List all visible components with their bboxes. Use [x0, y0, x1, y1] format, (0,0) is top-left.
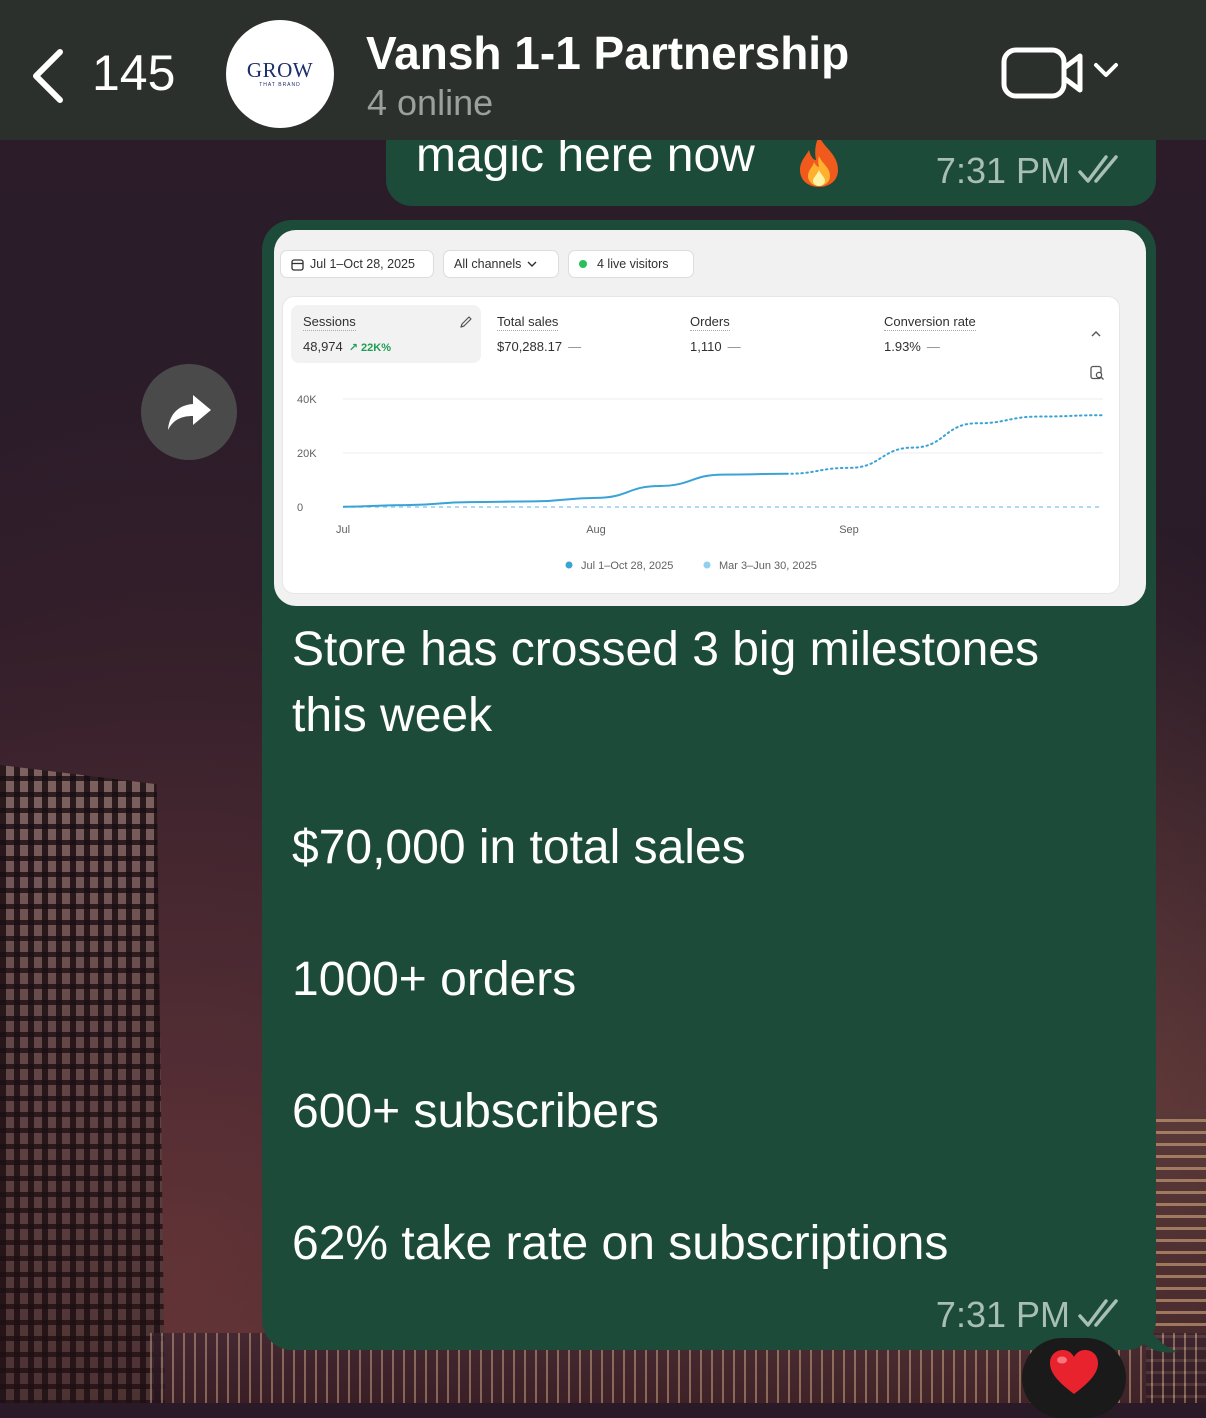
live-visitors-badge: 4 live visitors — [568, 250, 694, 278]
heart-emoji-icon — [1050, 1350, 1098, 1394]
message-line: $70,000 in total sales — [292, 821, 746, 874]
message-bubble-outgoing[interactable]: Jul 1–Oct 28, 2025 All channels 4 live v… — [262, 220, 1156, 1350]
channel-filter-label: All channels — [454, 257, 522, 271]
channel-filter: All channels — [443, 250, 559, 278]
message-line: 62% take rate on subscriptions — [292, 1217, 949, 1270]
chevron-left-icon — [33, 49, 63, 103]
message-line: Store has crossed 3 big milestones — [292, 623, 1040, 676]
video-camera-icon — [1001, 47, 1118, 99]
series-line-current — [342, 472, 787, 508]
fire-emoji-icon — [800, 136, 838, 187]
wallpaper-building — [0, 765, 165, 1403]
series-line-current-projected — [785, 414, 1104, 475]
unread-count: 145 — [92, 45, 176, 101]
avatar-logo-text: GROW — [246, 58, 314, 82]
chevron-down-icon — [1094, 63, 1118, 77]
legend-marker — [565, 561, 573, 569]
legend-marker — [703, 561, 711, 569]
message-line: this week — [292, 689, 493, 742]
avatar-logo-subtext: THAT BRAND — [259, 82, 301, 88]
sessions-line-chart: 40K 20K 0 Jul Aug Sep Jul 1–Oct 28, 2025 Mar 3–… — [297, 394, 1104, 572]
date-range-picker: Jul 1–Oct 28, 2025 — [280, 250, 434, 278]
metrics-card: Sessions 48,974 ↗ 22K% Total sales $70,28… — [282, 296, 1120, 594]
legend-label: Jul 1–Oct 28, 2025 — [581, 560, 673, 572]
live-dot-icon — [579, 260, 587, 268]
message-time: 7:31 PM — [935, 150, 1070, 191]
back-button[interactable]: 145 — [22, 40, 182, 110]
y-tick-label: 0 — [297, 502, 303, 514]
image-attachment[interactable]: Jul 1–Oct 28, 2025 All channels 4 live v… — [274, 230, 1146, 606]
legend-label: Mar 3–Jun 30, 2025 — [719, 560, 817, 572]
online-status: 4 online — [367, 82, 494, 123]
forward-button[interactable] — [141, 364, 237, 460]
double-check-icon — [1078, 155, 1118, 183]
y-tick-label: 20K — [297, 448, 317, 460]
date-range-label: Jul 1–Oct 28, 2025 — [310, 257, 415, 271]
live-visitors-label: 4 live visitors — [597, 257, 669, 271]
chevron-down-icon — [527, 261, 537, 267]
reaction-badge[interactable] — [1022, 1338, 1126, 1418]
chat-header: 145 GROW THAT BRAND Vansh 1-1 Partnershi… — [0, 0, 1206, 140]
message-line: 1000+ orders — [292, 953, 577, 1006]
calendar-icon — [291, 258, 304, 271]
video-call-button[interactable] — [1000, 40, 1125, 104]
forward-arrow-icon — [168, 395, 211, 430]
x-tick-label: Sep — [839, 524, 859, 536]
double-check-icon — [1078, 1299, 1118, 1327]
message-time: 7:31 PM — [935, 1294, 1070, 1335]
x-tick-label: Aug — [586, 524, 606, 536]
message-line: 600+ subscribers — [292, 1085, 659, 1138]
y-tick-label: 40K — [297, 394, 317, 406]
x-tick-label: Jul — [336, 524, 350, 536]
avatar[interactable]: GROW THAT BRAND — [226, 20, 334, 128]
chat-title[interactable]: Vansh 1-1 Partnership — [366, 26, 849, 80]
